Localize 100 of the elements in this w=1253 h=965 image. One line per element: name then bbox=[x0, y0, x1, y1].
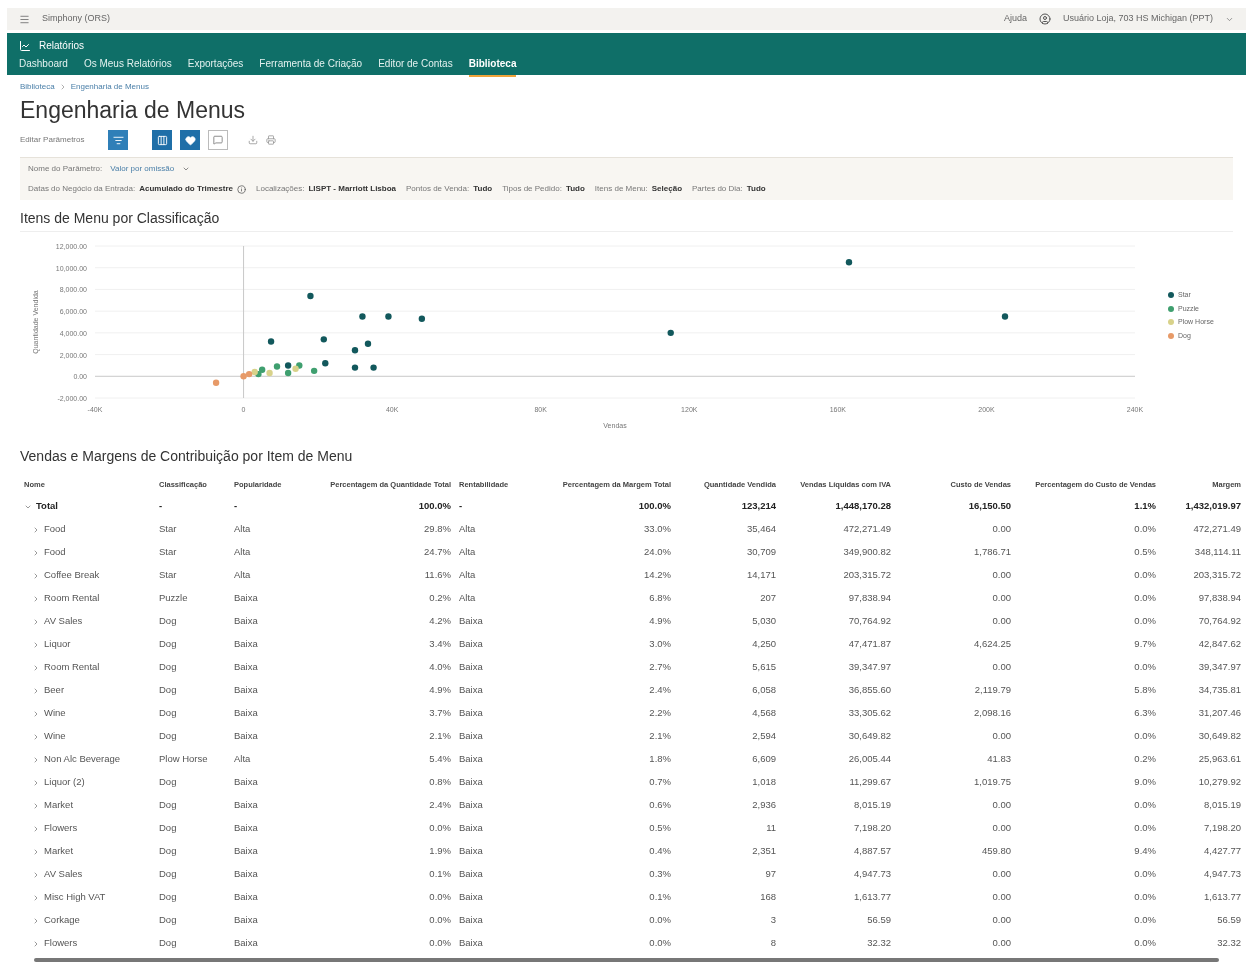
table-cell-text: 0.00 bbox=[991, 614, 1012, 629]
expand-toggle[interactable] bbox=[32, 663, 40, 672]
info-icon[interactable] bbox=[237, 184, 246, 194]
table-cell-text: 0.0% bbox=[1133, 936, 1157, 951]
table-cell-text: 100.0% bbox=[417, 499, 452, 514]
table-cell: Flowers bbox=[44, 936, 78, 951]
table-cell-text: Baixa bbox=[458, 637, 484, 652]
table-cell-text: 2.4% bbox=[648, 683, 672, 698]
table-cell-text: 1,019.75 bbox=[973, 775, 1012, 790]
table-cell-text: 4.9% bbox=[648, 614, 672, 629]
table-cell-text: 3.0% bbox=[648, 637, 672, 652]
table-cell-text: 30,649.82 bbox=[847, 729, 892, 744]
table-cell-text: 0.00 bbox=[991, 660, 1012, 675]
nav-tab[interactable]: Os Meus Relatórios bbox=[83, 56, 172, 77]
table-cell-text: Dog bbox=[158, 775, 178, 790]
nav-tab[interactable]: Exportações bbox=[187, 56, 244, 77]
table-cell-text: 97 bbox=[764, 867, 777, 882]
table-cell-text: Baixa bbox=[458, 913, 484, 928]
expand-toggle[interactable] bbox=[32, 939, 40, 948]
table-cell-text: 0.0% bbox=[1133, 568, 1157, 583]
table-cell: Market bbox=[44, 844, 74, 859]
chart-icon bbox=[19, 39, 31, 52]
table-cell-text: 5,030 bbox=[751, 614, 777, 629]
user-menu[interactable]: Usuário Loja, 703 HS Michigan (PPT) bbox=[1062, 12, 1213, 26]
filter-label: Datas do Negócio da Entrada: bbox=[28, 183, 136, 195]
expand-toggle[interactable] bbox=[32, 709, 40, 718]
expand-toggle[interactable] bbox=[32, 893, 40, 902]
expand-toggle[interactable] bbox=[32, 847, 40, 856]
menu-icon[interactable] bbox=[19, 13, 30, 25]
table-cell-text: 11.6% bbox=[423, 568, 452, 583]
table-cell-text: 0.1% bbox=[648, 890, 672, 905]
favorite-button[interactable] bbox=[180, 130, 201, 150]
expand-toggle[interactable] bbox=[32, 778, 40, 787]
table-cell-text: 0.00 bbox=[991, 568, 1012, 583]
table-cell-text: 0.0% bbox=[1133, 522, 1157, 537]
expand-toggle[interactable] bbox=[32, 571, 40, 580]
nav-tab[interactable]: Editor de Contas bbox=[378, 56, 453, 77]
expand-toggle[interactable] bbox=[32, 617, 40, 626]
comment-button[interactable] bbox=[208, 130, 229, 150]
table-cell-text: Dog bbox=[158, 867, 178, 882]
filter-label: Localizações: bbox=[256, 183, 305, 195]
table-cell-text: 0.00 bbox=[991, 798, 1012, 813]
table-cell-text: 3.4% bbox=[428, 637, 452, 652]
expand-toggle[interactable] bbox=[32, 594, 40, 603]
table-cell-text: 2,936 bbox=[751, 798, 777, 813]
table-cell-text: Baixa bbox=[233, 683, 259, 698]
table-cell-text: 0.0% bbox=[1133, 913, 1157, 928]
data-point bbox=[1001, 313, 1009, 320]
table-cell: Food bbox=[44, 522, 66, 537]
table-cell-text: Baixa bbox=[458, 614, 484, 629]
table-cell-text: 56.59 bbox=[1216, 913, 1242, 928]
caret-icon[interactable] bbox=[182, 165, 191, 173]
horizontal-scrollbar[interactable] bbox=[34, 958, 1219, 962]
table-title: Vendas e Margens de Contribuição por Item de Menu bbox=[20, 447, 354, 466]
table-cell-text: 1,786.71 bbox=[973, 545, 1012, 560]
table-cell-text: Baixa bbox=[233, 844, 259, 859]
data-point bbox=[267, 338, 275, 345]
nav-tab[interactable]: Biblioteca bbox=[468, 56, 517, 77]
expand-toggle[interactable] bbox=[32, 870, 40, 879]
table-cell-text: Baixa bbox=[233, 637, 259, 652]
nav-tab[interactable]: Dashboard bbox=[19, 56, 68, 77]
table-cell: Non Alc Beverage bbox=[44, 752, 121, 767]
expand-toggle[interactable] bbox=[32, 525, 40, 534]
table-cell-text: Baixa bbox=[233, 729, 259, 744]
table-cell-text: Alta bbox=[458, 545, 477, 560]
filter-button[interactable] bbox=[108, 130, 129, 150]
table-cell-text: 459.80 bbox=[980, 844, 1012, 859]
expand-toggle[interactable] bbox=[32, 548, 40, 557]
download-icon[interactable] bbox=[248, 135, 259, 145]
expand-toggle[interactable] bbox=[32, 686, 40, 695]
table-cell-text: 0.2% bbox=[428, 591, 452, 606]
table-cell-text: 4,887.57 bbox=[853, 844, 892, 859]
table-cell-text: 4.9% bbox=[428, 683, 452, 698]
table-cell-text: 7,198.20 bbox=[853, 821, 892, 836]
table-cell: Coffee Break bbox=[44, 568, 100, 583]
table-cell-text: 168 bbox=[759, 890, 777, 905]
columns-button[interactable] bbox=[152, 130, 173, 150]
table-cell: Room Rental bbox=[44, 660, 100, 675]
table-cell-text: Baixa bbox=[233, 591, 259, 606]
expand-toggle[interactable] bbox=[32, 732, 40, 741]
breadcrumb-link[interactable]: Biblioteca bbox=[20, 81, 55, 93]
help-link[interactable]: Ajuda bbox=[1003, 12, 1027, 26]
printer-icon[interactable] bbox=[266, 135, 277, 145]
user-icon[interactable] bbox=[1038, 13, 1051, 25]
table-cell-text: 30,649.82 bbox=[1197, 729, 1242, 744]
table-cell-text: Baixa bbox=[233, 936, 259, 951]
table-cell-text: 0.0% bbox=[648, 913, 672, 928]
table-cell-text: 14.2% bbox=[643, 568, 672, 583]
table-cell-text: 42,847.62 bbox=[1197, 637, 1242, 652]
expand-toggle[interactable] bbox=[32, 801, 40, 810]
table-cell-text: 0.0% bbox=[1133, 591, 1157, 606]
table-cell-text: 6,609 bbox=[751, 752, 777, 767]
expand-toggle[interactable] bbox=[32, 640, 40, 649]
expand-toggle[interactable] bbox=[32, 824, 40, 833]
expand-toggle[interactable] bbox=[32, 755, 40, 764]
expand-toggle[interactable] bbox=[32, 916, 40, 925]
parameter-value-link[interactable]: Valor por omissão bbox=[110, 163, 175, 175]
nav-tab[interactable]: Ferramenta de Criação bbox=[259, 56, 363, 77]
data-point bbox=[370, 364, 377, 371]
table-cell-text: 1.8% bbox=[648, 752, 672, 767]
